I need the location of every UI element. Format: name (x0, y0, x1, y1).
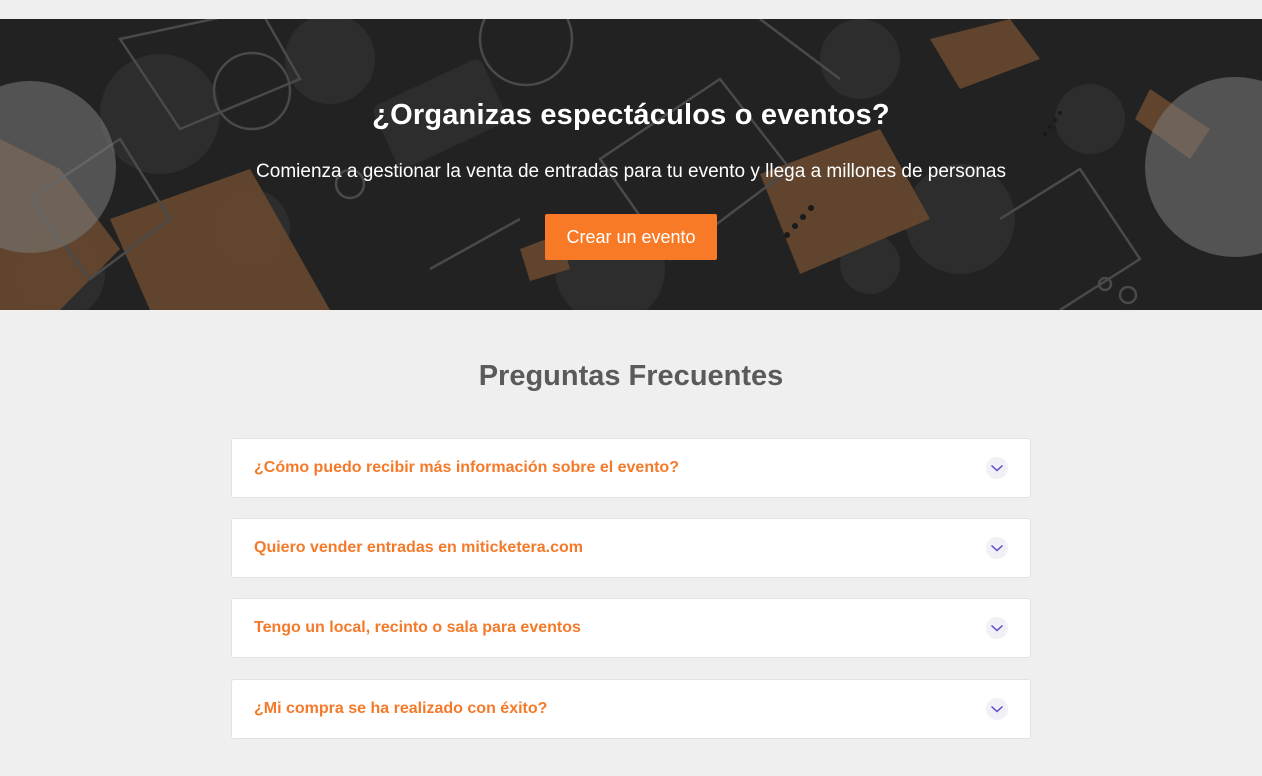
faq-item[interactable]: Tengo un local, recinto o sala para even… (231, 598, 1031, 658)
faq-question: Tengo un local, recinto o sala para even… (254, 619, 581, 636)
faq-item[interactable]: Quiero vender entradas en miticketera.co… (231, 518, 1031, 578)
faq-question: Quiero vender entradas en miticketera.co… (254, 539, 584, 556)
chevron-down-icon[interactable] (986, 698, 1008, 720)
faq-question: ¿Mi compra se ha realizado con éxito? (254, 700, 548, 717)
chevron-down-icon[interactable] (986, 457, 1008, 479)
faq-title: Preguntas Frecuentes (478, 360, 784, 392)
banner-title: ¿Organizas espectáculos o eventos? (372, 99, 890, 131)
faq-section: Preguntas Frecuentes ¿Cómo puedo recibir… (0, 310, 1262, 776)
faq-question: ¿Cómo puedo recibir más información sobr… (254, 459, 679, 476)
chevron-down-icon[interactable] (986, 537, 1008, 559)
banner-subtitle: Comienza a gestionar la venta de entrada… (256, 161, 1006, 182)
faq-item[interactable]: ¿Mi compra se ha realizado con éxito? (231, 679, 1031, 739)
faq-item[interactable]: ¿Cómo puedo recibir más información sobr… (231, 438, 1031, 498)
chevron-down-icon[interactable] (986, 617, 1008, 639)
organizer-banner: ¿Organizas espectáculos o eventos? Comie… (0, 19, 1262, 310)
create-event-button[interactable]: Crear un evento (545, 214, 717, 260)
top-strip (0, 0, 1262, 19)
